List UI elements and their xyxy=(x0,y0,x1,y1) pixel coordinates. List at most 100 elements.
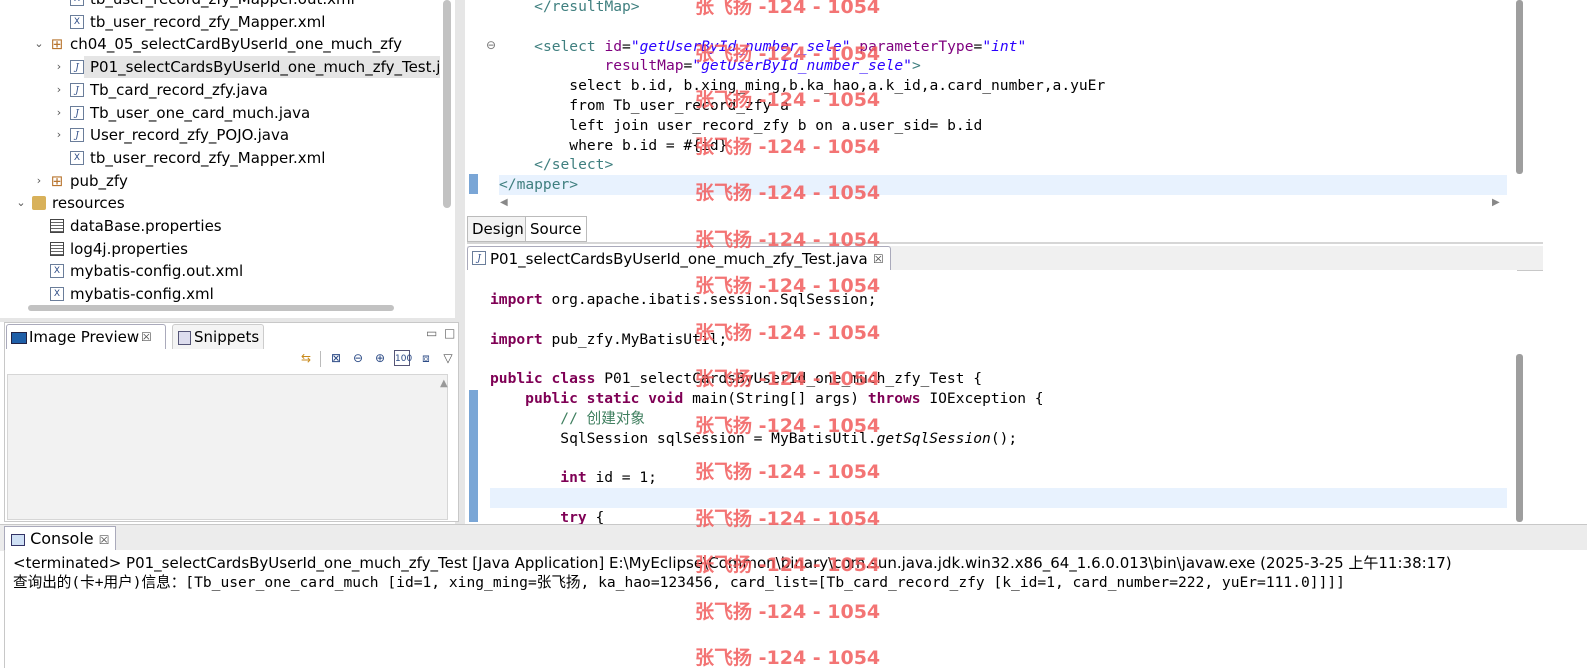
scroll-left-icon[interactable]: ◀ xyxy=(500,197,508,208)
tree-item-label: pub_zfy xyxy=(70,171,128,190)
code-line[interactable]: resultMap="getUserById_number_sele"> xyxy=(499,56,1507,76)
chevron-right-icon[interactable]: › xyxy=(52,79,66,101)
code-token: main(String[] args) xyxy=(683,390,868,407)
watermark-text: 张飞扬 -124 - 1054 xyxy=(695,461,881,483)
fold-collapse-icon[interactable]: ⊖ xyxy=(486,38,496,52)
tree-item-label: Tb_user_one_card_much.java xyxy=(90,103,311,122)
watermark-text: 张飞扬 -124 - 1054 xyxy=(695,135,881,158)
tree-item[interactable]: Xtb_user_record_zfy_Mapper.xml xyxy=(0,147,440,169)
code-token: import xyxy=(490,330,543,348)
zoom-out-icon[interactable]: ⊖ xyxy=(350,350,366,366)
close-icon[interactable]: ☒ xyxy=(99,533,110,547)
scroll-right-icon[interactable]: ▶ xyxy=(1492,197,1500,208)
code-token: id xyxy=(604,37,623,55)
tree-item[interactable]: › J P01_selectCardsByUserId_one_much_zfy_T… xyxy=(57,56,440,79)
chevron-right-icon[interactable]: › xyxy=(32,170,46,192)
tree-item[interactable]: › J User_record_zfy_POJO.java xyxy=(0,124,440,146)
code-line[interactable] xyxy=(490,310,1507,330)
zoom-in-icon[interactable]: ⊕ xyxy=(372,350,388,366)
tab-design[interactable]: Design xyxy=(467,216,529,242)
scroll-up-icon[interactable]: ▲ xyxy=(440,378,448,389)
java-file-icon: J xyxy=(70,82,84,97)
tree-item[interactable]: ⌄ ⊞ ch04_05_selectCardByUserId_one_much_zf… xyxy=(0,33,440,55)
xml-editor-scrollbar[interactable] xyxy=(1516,0,1523,174)
chevron-right-icon[interactable]: › xyxy=(52,102,66,124)
fit-window-icon[interactable]: ⧈ xyxy=(418,350,434,366)
tab-console[interactable]: Console ☒ xyxy=(4,526,117,551)
chevron-right-icon[interactable]: › xyxy=(52,56,66,78)
tree-item[interactable]: Xmybatis-config.out.xml xyxy=(0,260,440,282)
code-line[interactable]: from Tb_user_record_zfy a xyxy=(499,96,1507,116)
java-editor[interactable]: import org.apache.ibatis.session.SqlSess… xyxy=(467,270,1517,526)
tree-item-label: Tb_card_record_zfy.java xyxy=(90,80,268,99)
code-line[interactable] xyxy=(490,448,1507,468)
tab-snippets[interactable]: Snippets xyxy=(172,324,264,349)
tree-item[interactable]: › J Tb_user_one_card_much.java xyxy=(0,102,440,124)
back-icon[interactable]: ⇆ xyxy=(298,350,314,366)
java-editor-scrollbar[interactable] xyxy=(1516,354,1523,522)
tree-item-label: tb_user_record_zfy_Mapper.xml xyxy=(90,148,326,167)
code-line[interactable]: import org.apache.ibatis.session.SqlSess… xyxy=(490,290,1507,310)
image-preview-icon xyxy=(11,332,27,344)
java-tab-title: P01_selectCardsByUserId_one_much_zfy_Tes… xyxy=(490,250,868,268)
fit-image-icon[interactable]: ⊠ xyxy=(328,350,344,366)
code-token: resultMap xyxy=(604,57,684,75)
code-token: <select xyxy=(534,37,605,55)
code-token: = xyxy=(973,37,983,55)
code-line[interactable] xyxy=(499,17,1507,37)
tree-item[interactable]: Xtb_user_record_zfy_Mapper.xml xyxy=(0,11,440,33)
tree-item[interactable]: Xtb_user_record_zfy_Mapper.out.xml xyxy=(0,0,440,10)
code-token: > xyxy=(911,57,921,75)
tree-item[interactable]: log4j.properties xyxy=(0,238,440,260)
console-icon xyxy=(11,533,25,546)
chevron-right-icon[interactable]: › xyxy=(52,124,66,146)
tree-item[interactable]: › J Tb_card_record_zfy.java xyxy=(0,79,440,101)
maximize-icon[interactable]: □ xyxy=(444,326,455,340)
tab-source[interactable]: Source xyxy=(525,216,587,242)
view-menu-icon[interactable]: ▽ xyxy=(440,350,456,366)
tab-image-preview[interactable]: Image Preview ☒ xyxy=(6,324,166,349)
code-token: import xyxy=(490,291,543,308)
tree-item-label: ch04_05_selectCardByUserId_one_much_zfy xyxy=(70,35,402,54)
tree-item[interactable]: › ⊞ pub_zfy xyxy=(0,170,440,192)
watermark-text: 张飞扬 -124 - 1054 xyxy=(695,414,881,437)
actual-size-icon[interactable]: 100 xyxy=(394,350,412,366)
tree-item[interactable]: Xmybatis-config.xml xyxy=(0,283,440,305)
tree-item[interactable]: ⌄ resources xyxy=(0,192,440,214)
code-line[interactable] xyxy=(490,349,1507,369)
tree-item[interactable]: dataBase.properties xyxy=(0,215,440,237)
code-line[interactable]: public static void main(String[] args) t… xyxy=(490,389,1507,409)
close-icon[interactable]: ☒ xyxy=(141,325,152,349)
code-token: (); xyxy=(990,429,1018,447)
properties-file-icon xyxy=(50,241,64,256)
console-tab-label: Console xyxy=(30,529,94,548)
tree-item-label: User_record_zfy_POJO.java xyxy=(90,126,290,145)
code-line[interactable]: <select id="getUserById_number_sele" par… xyxy=(499,37,1507,57)
explorer-horizontal-scrollbar[interactable] xyxy=(28,305,394,311)
code-token: IOException { xyxy=(920,390,1044,407)
xml-editor[interactable]: </resultMap> <select id="getUserById_num… xyxy=(467,0,1517,216)
explorer-vertical-scrollbar[interactable] xyxy=(443,0,451,208)
code-line[interactable]: left join user_record_zfy b on a.user_si… xyxy=(499,116,1507,136)
code-line[interactable]: </mapper> xyxy=(499,175,1507,196)
code-line[interactable]: select b.id, b.xing_ming,b.ka_hao,a.k_id… xyxy=(499,76,1507,96)
change-ruler-marker xyxy=(469,174,478,194)
code-line[interactable]: // 创建对象 xyxy=(490,409,1507,429)
code-line[interactable]: where b.id = #{id} xyxy=(499,136,1507,156)
code-token: getSqlSession xyxy=(876,429,991,447)
code-line[interactable]: int id = 1; xyxy=(490,468,1507,488)
code-line[interactable] xyxy=(490,488,1507,508)
xml-editor-hscroll[interactable]: ◀ ▶ xyxy=(496,197,1508,210)
code-line[interactable]: import pub_zfy.MyBatisUtil; xyxy=(490,330,1507,350)
chevron-down-icon[interactable]: ⌄ xyxy=(32,33,46,55)
code-line[interactable]: public class P01_selectCardsByUserId_one… xyxy=(490,369,1507,389)
code-line[interactable]: </resultMap> xyxy=(499,0,1507,17)
code-line[interactable]: </select> xyxy=(499,155,1507,175)
minimize-icon[interactable]: ▭ xyxy=(426,326,437,340)
code-line[interactable]: SqlSession sqlSession = MyBatisUtil.getS… xyxy=(490,429,1507,449)
chevron-down-icon[interactable]: ⌄ xyxy=(14,192,28,214)
